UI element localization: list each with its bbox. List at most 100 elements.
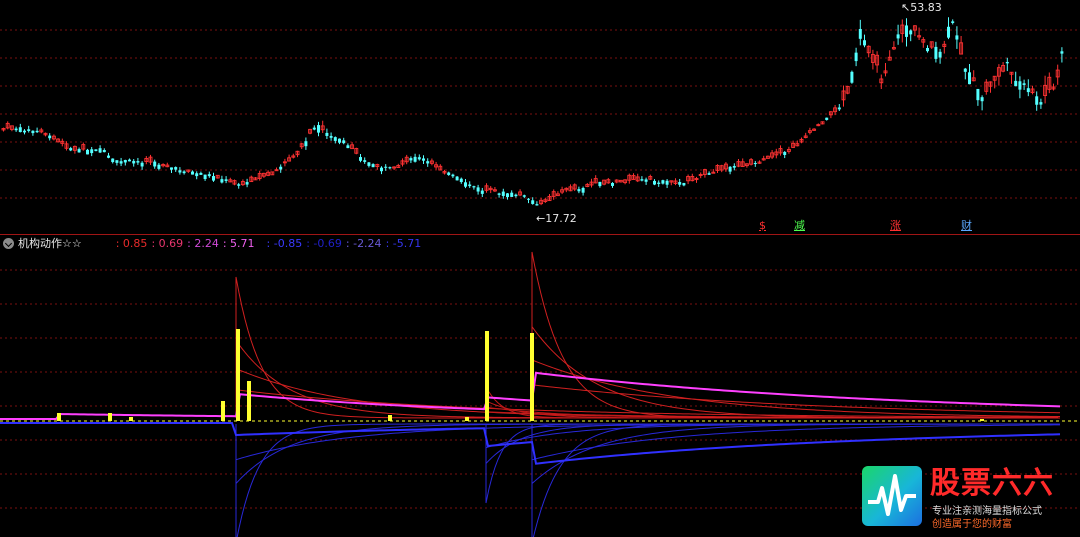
stock-chart[interactable] xyxy=(0,0,1080,537)
signal-rise[interactable]: 涨 xyxy=(889,219,902,232)
candle-body xyxy=(926,47,929,52)
candle-body xyxy=(312,127,316,130)
candle-body xyxy=(577,189,581,192)
candle-body xyxy=(644,179,648,182)
price-high-value: 53.83 xyxy=(910,1,942,14)
candle-body xyxy=(476,187,480,192)
candle-body xyxy=(825,117,829,120)
candlestick-series xyxy=(1,17,1064,206)
candle-body xyxy=(531,200,535,204)
candle-body xyxy=(459,178,463,183)
candle-body xyxy=(968,72,971,85)
candle-body xyxy=(102,150,106,153)
candle-body xyxy=(371,164,375,168)
indicator-value: : 0.69 xyxy=(151,236,184,250)
candle-body xyxy=(598,181,602,187)
candle-body xyxy=(27,129,31,131)
candle-body xyxy=(86,149,89,155)
candle-body xyxy=(951,21,955,23)
candle-body xyxy=(1005,61,1009,64)
candle-body xyxy=(1014,80,1018,87)
signal-dollar[interactable]: $ xyxy=(758,219,767,232)
candle-body xyxy=(837,107,841,110)
candle-body xyxy=(510,192,514,197)
candle-body xyxy=(384,166,388,168)
volume-bar xyxy=(129,417,133,421)
indicator-name[interactable]: 机构动作☆☆ xyxy=(18,235,82,251)
candle-body xyxy=(963,68,967,72)
candle-body xyxy=(212,176,215,181)
candle-body xyxy=(611,182,614,186)
candle-body xyxy=(535,204,539,206)
curve-red-long xyxy=(531,384,1061,418)
brand-logo: 股票六六 专业注亲测海量指标公式 创造属于您的财富 xyxy=(862,466,1062,530)
candle-body xyxy=(333,137,337,141)
candle-body xyxy=(468,184,472,187)
candle-body xyxy=(195,173,199,177)
indicator-value: : 2.24 xyxy=(187,236,219,250)
candle-body xyxy=(174,167,178,170)
candle-body xyxy=(191,171,194,175)
candle-body xyxy=(35,130,39,133)
candle-body xyxy=(1022,83,1026,85)
candle-body xyxy=(115,160,119,163)
indicator-value: : -5.71 xyxy=(385,236,422,250)
candle-body xyxy=(128,159,131,162)
candle-body xyxy=(157,164,161,169)
candle-body xyxy=(472,186,476,188)
candle-body xyxy=(111,158,115,163)
candle-body xyxy=(665,180,669,185)
volume-bar xyxy=(108,413,112,421)
candle-body xyxy=(497,193,501,195)
candle-body xyxy=(153,161,157,167)
volume-bar xyxy=(247,381,251,421)
candle-body xyxy=(409,158,413,161)
candle-body xyxy=(380,167,383,172)
signal-reduce[interactable]: 减 xyxy=(793,219,806,232)
indicator-value: : -0.69 xyxy=(306,236,342,250)
candle-body xyxy=(18,127,22,133)
candle-body xyxy=(447,172,451,175)
volume-bar xyxy=(530,333,534,421)
candle-body xyxy=(783,151,787,155)
candle-body xyxy=(237,184,241,186)
candle-body xyxy=(581,187,585,193)
candle-body xyxy=(342,140,346,144)
candle-body xyxy=(1026,88,1030,93)
candle-body xyxy=(1039,102,1043,105)
candle-body xyxy=(909,30,913,35)
collapse-indicator-icon[interactable] xyxy=(3,237,14,249)
candle-body xyxy=(947,26,950,38)
candle-body xyxy=(732,165,736,168)
candle-body xyxy=(854,52,858,62)
candle-body xyxy=(338,138,341,143)
candle-body xyxy=(23,130,26,133)
candle-body xyxy=(417,157,421,160)
candle-body xyxy=(896,34,900,39)
candle-body xyxy=(363,160,367,162)
candle-body xyxy=(207,174,211,177)
candle-body xyxy=(388,167,392,169)
signal-wealth[interactable]: 财 xyxy=(960,219,973,232)
price-high-arrow: ↖ xyxy=(901,1,911,14)
candle-body xyxy=(77,149,81,153)
volume-bar xyxy=(236,329,240,421)
candle-body xyxy=(140,162,144,167)
main-line-blue xyxy=(0,422,1061,465)
candle-body xyxy=(426,161,430,164)
candle-body xyxy=(955,35,959,40)
candle-body xyxy=(707,173,711,175)
candle-body xyxy=(522,195,526,197)
candle-body xyxy=(304,141,308,147)
candle-body xyxy=(329,135,333,138)
candle-body xyxy=(980,97,984,102)
candle-body xyxy=(1018,81,1022,90)
indicator-value: : 5.71 xyxy=(222,236,255,250)
candle-body xyxy=(653,180,656,185)
candle-body xyxy=(346,145,350,149)
candle-body xyxy=(182,171,186,174)
candle-body xyxy=(858,28,862,39)
volume-bar xyxy=(465,417,469,421)
candle-body xyxy=(224,179,228,181)
candle-body xyxy=(905,25,908,37)
